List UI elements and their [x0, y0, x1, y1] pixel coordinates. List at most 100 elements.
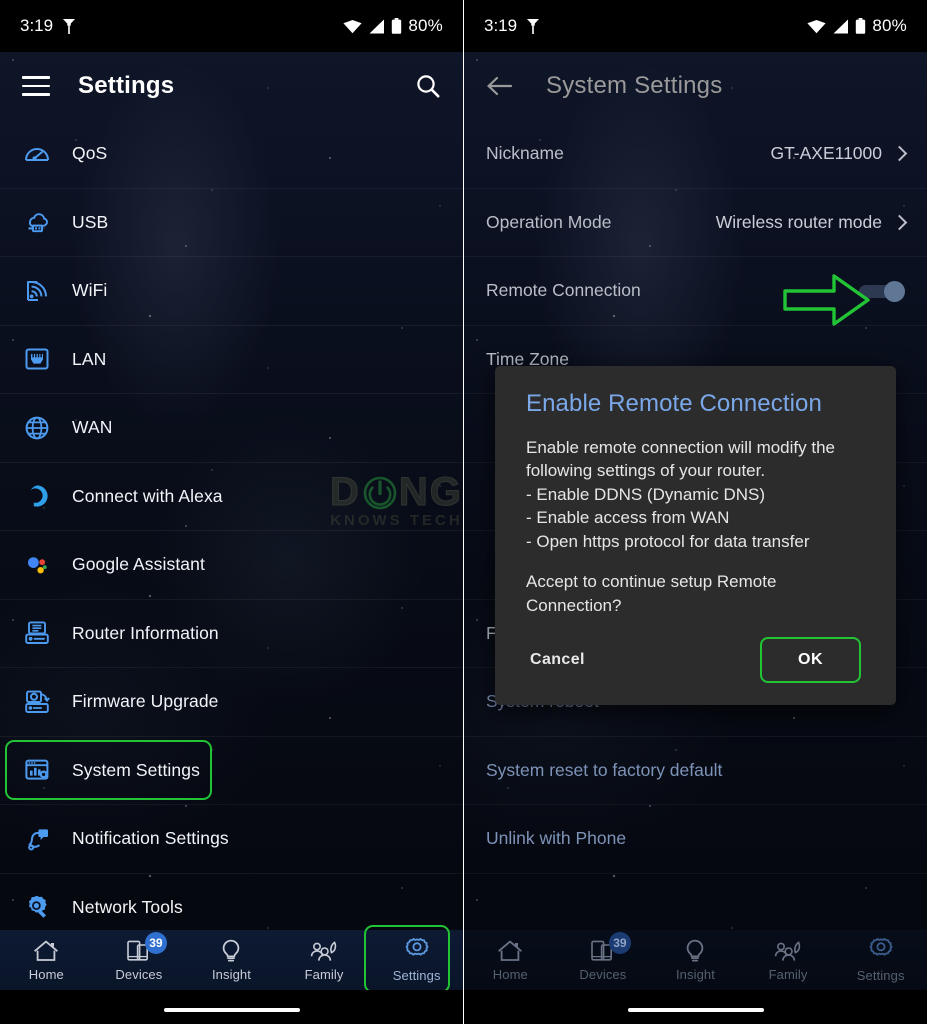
nav-label: Settings: [392, 968, 441, 983]
router-info-icon: [22, 618, 52, 648]
nav-label: Devices: [579, 967, 627, 982]
bottom-nav-right: Home 39 Devices Insight Family Settings: [464, 930, 927, 990]
ok-button-wrap: OK: [756, 633, 865, 687]
menu-item-wan[interactable]: WAN: [0, 394, 463, 463]
nav-item-insight[interactable]: Insight: [649, 930, 742, 990]
network-tools-icon: [22, 892, 52, 922]
ethernet-port-icon: [22, 344, 52, 374]
nav-label: Insight: [211, 967, 251, 982]
dialog-line-2: following settings of your router.: [526, 461, 766, 481]
panel-divider: [463, 0, 464, 1024]
home-icon: [498, 940, 523, 961]
status-bar-left: 3:19 80%: [0, 0, 463, 52]
nav-label: Family: [768, 967, 808, 982]
menu-item-notification-settings[interactable]: Notification Settings: [0, 805, 463, 874]
dual-phone-screenshot: 3:19 80% Settings QoS USB WiFi LAN WAN C…: [0, 0, 927, 1024]
menu-item-google-assistant[interactable]: Google Assistant: [0, 531, 463, 600]
dialog-question-1: Accept to continue setup Remote: [526, 572, 777, 592]
enable-remote-connection-dialog: Enable Remote Connection Enable remote c…: [495, 366, 896, 706]
google-assistant-icon: [22, 550, 52, 580]
status-time: 3:19: [20, 16, 54, 35]
home-icon: [34, 940, 59, 961]
page-title: Settings: [78, 72, 175, 99]
cancel-button[interactable]: Cancel: [526, 641, 589, 679]
nav-label: Family: [304, 967, 344, 982]
lightbulb-icon: [687, 939, 704, 962]
menu-item-label: WAN: [72, 417, 113, 438]
dialog-body: Enable remote connection will modify the…: [526, 436, 865, 617]
gear-icon: [869, 938, 893, 956]
cellular-signal-icon: [369, 19, 385, 33]
nav-label: Settings: [856, 968, 905, 983]
menu-item-label: System Settings: [72, 759, 200, 780]
battery-percent: 80%: [408, 16, 443, 35]
menu-item-label: QoS: [72, 143, 108, 164]
firmware-upgrade-icon: [22, 687, 52, 717]
devices-badge: 39: [144, 932, 167, 954]
settings-menu-list: QoS USB WiFi LAN WAN Connect with Alexa …: [0, 120, 463, 942]
search-icon[interactable]: [415, 73, 441, 99]
dialog-actions: Cancel OK: [526, 633, 865, 691]
nav-item-home[interactable]: Home: [0, 930, 93, 990]
menu-item-label: USB: [72, 211, 109, 232]
family-group-icon: [774, 941, 801, 961]
battery-icon: [392, 18, 402, 34]
wifi-signal-icon: [22, 276, 52, 306]
nav-item-family[interactable]: Family: [278, 930, 371, 990]
menu-item-firmware-upgrade[interactable]: Firmware Upgrade: [0, 668, 463, 737]
system-settings-icon: [22, 755, 52, 785]
left-phone-panel: 3:19 80% Settings QoS USB WiFi LAN WAN C…: [0, 0, 463, 1024]
nav-item-devices[interactable]: 39 Devices: [93, 930, 186, 990]
cloud-usb-icon: [22, 207, 52, 237]
lightbulb-icon: [223, 939, 240, 962]
speedometer-icon: [22, 139, 52, 169]
nav-item-insight[interactable]: Insight: [185, 930, 278, 990]
nav-label: Home: [28, 967, 64, 982]
nav-label: Home: [492, 967, 528, 982]
nav-label: Devices: [115, 967, 163, 982]
dialog-bullet-1: - Enable DDNS (Dynamic DNS): [526, 484, 765, 504]
menu-item-qos[interactable]: QoS: [0, 120, 463, 189]
right-phone-panel: 3:19 80% System Settings Nickname GT-AXE…: [464, 0, 927, 1024]
dialog-bullet-2: - Enable access from WAN: [526, 508, 730, 528]
hamburger-menu-icon[interactable]: [22, 76, 50, 96]
menu-item-usb[interactable]: USB: [0, 189, 463, 257]
nav-item-family[interactable]: Family: [742, 930, 835, 990]
bottom-nav-left: Home 39 Devices Insight Family Settings: [0, 925, 463, 993]
menu-item-label: Router Information: [72, 622, 219, 643]
notification-bell-icon: [22, 824, 52, 854]
gear-icon: [405, 938, 429, 956]
dialog-line-1: Enable remote connection will modify the: [526, 438, 835, 457]
vpn-key-icon: [63, 18, 76, 34]
menu-item-router-information[interactable]: Router Information: [0, 600, 463, 668]
menu-item-label: Notification Settings: [72, 828, 229, 849]
menu-item-label: WiFi: [72, 280, 108, 301]
gesture-bar-left[interactable]: [0, 990, 463, 1024]
dialog-question-2: Connection?: [526, 595, 622, 615]
menu-item-label: Google Assistant: [72, 554, 205, 575]
wifi-icon: [343, 19, 362, 33]
family-group-icon: [310, 941, 337, 961]
dialog-spacer: [526, 553, 865, 570]
dialog-bullet-3: - Open https protocol for data transfer: [526, 531, 810, 551]
nav-item-home[interactable]: Home: [464, 930, 557, 990]
ok-button[interactable]: OK: [760, 637, 861, 684]
menu-item-wifi[interactable]: WiFi: [0, 257, 463, 326]
menu-item-label: LAN: [72, 348, 107, 369]
menu-item-connect-with-alexa[interactable]: Connect with Alexa: [0, 463, 463, 531]
left-app-bar: Settings: [0, 52, 463, 120]
alexa-icon: [22, 481, 52, 511]
nav-label: Insight: [675, 967, 715, 982]
menu-item-label: Connect with Alexa: [72, 485, 223, 506]
dialog-title: Enable Remote Connection: [526, 390, 822, 417]
menu-item-system-settings[interactable]: System Settings: [0, 737, 463, 805]
nav-item-settings[interactable]: Settings: [834, 930, 927, 990]
menu-item-label: Network Tools: [72, 896, 183, 917]
menu-item-lan[interactable]: LAN: [0, 326, 463, 394]
nav-item-devices[interactable]: 39 Devices: [557, 930, 650, 990]
nav-item-settings[interactable]: Settings: [364, 925, 463, 993]
menu-item-label: Firmware Upgrade: [72, 691, 219, 712]
devices-badge: 39: [608, 932, 631, 954]
globe-icon: [22, 413, 52, 443]
gesture-bar-right[interactable]: [464, 990, 927, 1024]
